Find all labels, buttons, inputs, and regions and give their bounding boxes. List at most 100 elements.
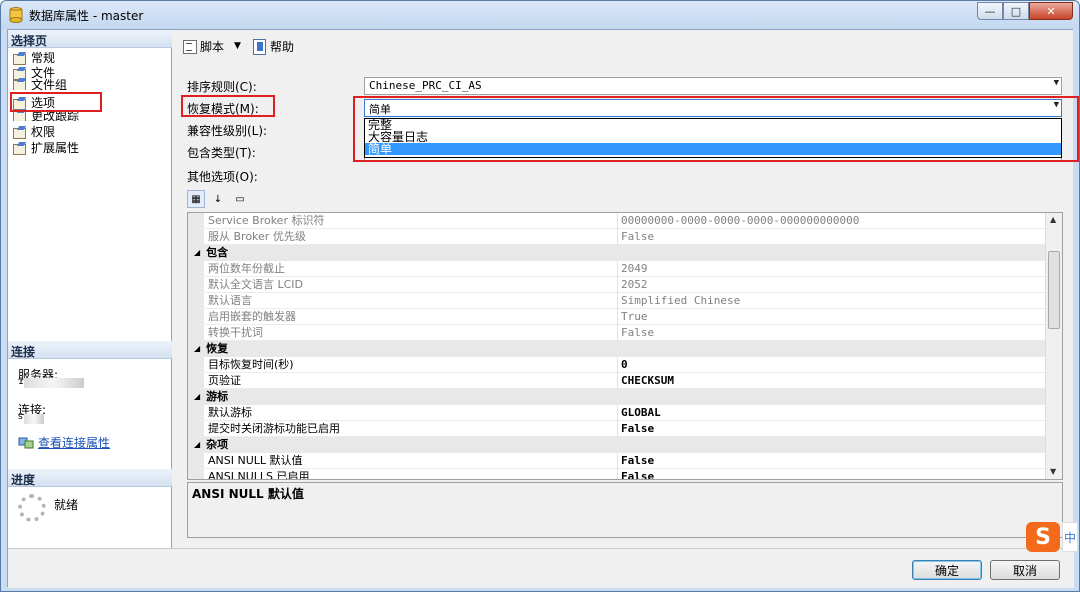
collation-combo[interactable]: Chinese_PRC_CI_AS ▼ <box>364 77 1062 95</box>
page-extended-properties[interactable]: 扩展属性 <box>12 140 79 155</box>
sort-alphabetical-icon[interactable]: ↓ <box>209 190 227 208</box>
grid-category-row[interactable]: ◢ 游标 <box>188 389 1046 405</box>
right-pane: 脚本 ▼ 帮助 排序规则(C): Chinese_PRC_CI_AS ▼ 恢复模… <box>173 30 1079 548</box>
grid-category-row[interactable]: ◢ 包含 <box>188 245 1046 261</box>
scroll-down-arrow-icon[interactable]: ▼ <box>1050 467 1056 476</box>
server-value: 1 <box>18 377 24 387</box>
grid-category-label: 恢复 <box>206 342 229 355</box>
grid-property-value[interactable]: False <box>618 469 1046 479</box>
connection-header: 连接 <box>8 341 172 359</box>
dialog-client: 选择页 常规 文件 文件组 选项 更改跟踪 权限 扩展属性 连接 服务器: 1 … <box>7 29 1079 588</box>
toolbar: 脚本 ▼ 帮助 <box>173 30 1073 62</box>
help-button[interactable]: 帮助 <box>251 38 294 55</box>
grid-property-row[interactable]: 默认语言 Simplified Chinese <box>188 293 1046 309</box>
view-connection-properties[interactable]: 查看连接属性 <box>18 434 110 451</box>
grid-property-value[interactable]: 2052 <box>618 277 1046 293</box>
page-general[interactable]: 常规 <box>12 50 55 65</box>
grid-property-value[interactable]: False <box>618 453 1046 469</box>
ok-button[interactable]: 确定 <box>912 560 982 580</box>
grid-property-value[interactable]: 2049 <box>618 261 1046 277</box>
grid-property-name: 目标恢复时间(秒) <box>188 357 618 373</box>
minimize-button[interactable]: — <box>977 2 1003 20</box>
grid-property-row[interactable]: 两位数年份截止 2049 <box>188 261 1046 277</box>
grid-property-value[interactable]: False <box>618 421 1046 437</box>
grid-property-name: 转换干扰词 <box>188 325 618 341</box>
view-connection-properties-link[interactable]: 查看连接属性 <box>38 434 110 451</box>
page-permissions[interactable]: 权限 <box>12 124 55 139</box>
grid-category-label: 杂项 <box>206 438 229 451</box>
page-filegroups[interactable]: 文件组 <box>12 78 67 90</box>
other-options-label: 其他选项(O): <box>187 170 258 184</box>
grid-property-row[interactable]: 目标恢复时间(秒) 0 <box>188 357 1046 373</box>
scroll-up-arrow-icon[interactable]: ▲ <box>1050 215 1056 224</box>
page-icon <box>12 126 26 139</box>
help-label: 帮助 <box>269 39 294 54</box>
recovery-dropdown-highlight-box <box>353 96 1079 162</box>
title-bar[interactable]: 数据库属性 - master — □ ✕ <box>1 1 1079 29</box>
collation-value: Chinese_PRC_CI_AS <box>369 79 482 92</box>
grid-property-name: 默认游标 <box>188 405 618 421</box>
grid-property-value[interactable]: False <box>618 325 1046 341</box>
grid-property-value[interactable]: 0 <box>618 357 1046 373</box>
script-button[interactable]: 脚本 <box>181 38 224 55</box>
grid-category-row[interactable]: ◢ 恢复 <box>188 341 1046 357</box>
containment-label: 包含类型(T): <box>187 146 256 160</box>
grid-category-row[interactable]: ◢ 杂项 <box>188 437 1046 453</box>
sogou-ime-logo-icon[interactable]: S <box>1026 522 1060 552</box>
page-label: 权限 <box>31 125 56 139</box>
grid-property-name: ANSI NULLS 已启用 <box>188 469 618 479</box>
page-icon <box>12 52 26 65</box>
grid-property-row[interactable]: 服从 Broker 优先级 False <box>188 229 1046 245</box>
options-property-grid: Service Broker 标识符 00000000-0000-0000-000… <box>187 212 1063 480</box>
grid-property-value[interactable]: 00000000-0000-0000-0000-000000000000 <box>618 213 1046 229</box>
collation-label: 排序规则(C): <box>187 80 257 94</box>
grid-property-value[interactable]: Simplified Chinese <box>618 293 1046 309</box>
categorized-view-icon[interactable]: ▦ <box>187 190 205 208</box>
connection-value: s <box>18 412 23 422</box>
grid-property-value[interactable]: GLOBAL <box>618 405 1046 421</box>
grid-property-row[interactable]: 页验证 CHECKSUM <box>188 373 1046 389</box>
grid-property-row[interactable]: ANSI NULLS 已启用 False <box>188 469 1046 479</box>
close-button[interactable]: ✕ <box>1029 2 1073 20</box>
grid-property-name: 默认全文语言 LCID <box>188 277 618 293</box>
grid-property-value[interactable]: True <box>618 309 1046 325</box>
grid-property-row[interactable]: 启用嵌套的触发器 True <box>188 309 1046 325</box>
script-dropdown-icon[interactable]: ▼ <box>234 41 241 51</box>
grid-property-name: ANSI NULL 默认值 <box>188 453 618 469</box>
window-title: 数据库属性 - master <box>29 9 144 23</box>
page-label: 文件组 <box>31 78 68 90</box>
grid-property-row[interactable]: 默认全文语言 LCID 2052 <box>188 277 1046 293</box>
grid-property-name: 启用嵌套的触发器 <box>188 309 618 325</box>
cancel-button[interactable]: 取消 <box>990 560 1060 580</box>
grid-property-value[interactable]: CHECKSUM <box>618 373 1046 389</box>
scrollbar-thumb[interactable] <box>1048 251 1060 329</box>
ime-mode-indicator[interactable]: 中 <box>1062 522 1078 552</box>
bottom-button-bar: 确定 取消 <box>8 548 1074 588</box>
grid-property-row[interactable]: 默认游标 GLOBAL <box>188 405 1046 421</box>
page-label: 扩展属性 <box>31 141 80 155</box>
grid-property-row[interactable]: ANSI NULL 默认值 False <box>188 453 1046 469</box>
grid-property-name: 两位数年份截止 <box>188 261 618 277</box>
database-properties-window: 数据库属性 - master — □ ✕ 选择页 常规 文件 文件组 选项 更改… <box>0 0 1080 592</box>
grid-property-value[interactable]: False <box>618 229 1046 245</box>
vertical-scrollbar[interactable]: ▲ ▼ <box>1045 213 1062 479</box>
grid-property-row[interactable]: Service Broker 标识符 00000000-0000-0000-000… <box>188 213 1046 229</box>
grid-property-row[interactable]: 提交时关闭游标功能已启用 False <box>188 421 1046 437</box>
grid-property-row[interactable]: 转换干扰词 False <box>188 325 1046 341</box>
description-title: ANSI NULL 默认值 <box>192 487 304 501</box>
property-pages-icon[interactable]: ▭ <box>231 190 249 208</box>
maximize-button[interactable]: □ <box>1003 2 1029 20</box>
redacted-connection <box>24 414 44 424</box>
connection-icon <box>18 437 34 448</box>
progress-spinner-icon <box>18 494 46 522</box>
grid-category-label: 游标 <box>206 390 229 403</box>
grid-toolbar: ▦ ↓ ▭ <box>187 190 249 208</box>
grid-property-name: Service Broker 标识符 <box>188 213 618 229</box>
script-label: 脚本 <box>200 39 225 54</box>
chevron-down-icon: ▼ <box>1053 78 1059 88</box>
grid-property-name: 默认语言 <box>188 293 618 309</box>
property-description-panel: ANSI NULL 默认值 <box>187 482 1063 538</box>
grid-property-name: 提交时关闭游标功能已启用 <box>188 421 618 437</box>
script-icon <box>181 38 197 54</box>
select-page-header: 选择页 <box>8 30 172 48</box>
